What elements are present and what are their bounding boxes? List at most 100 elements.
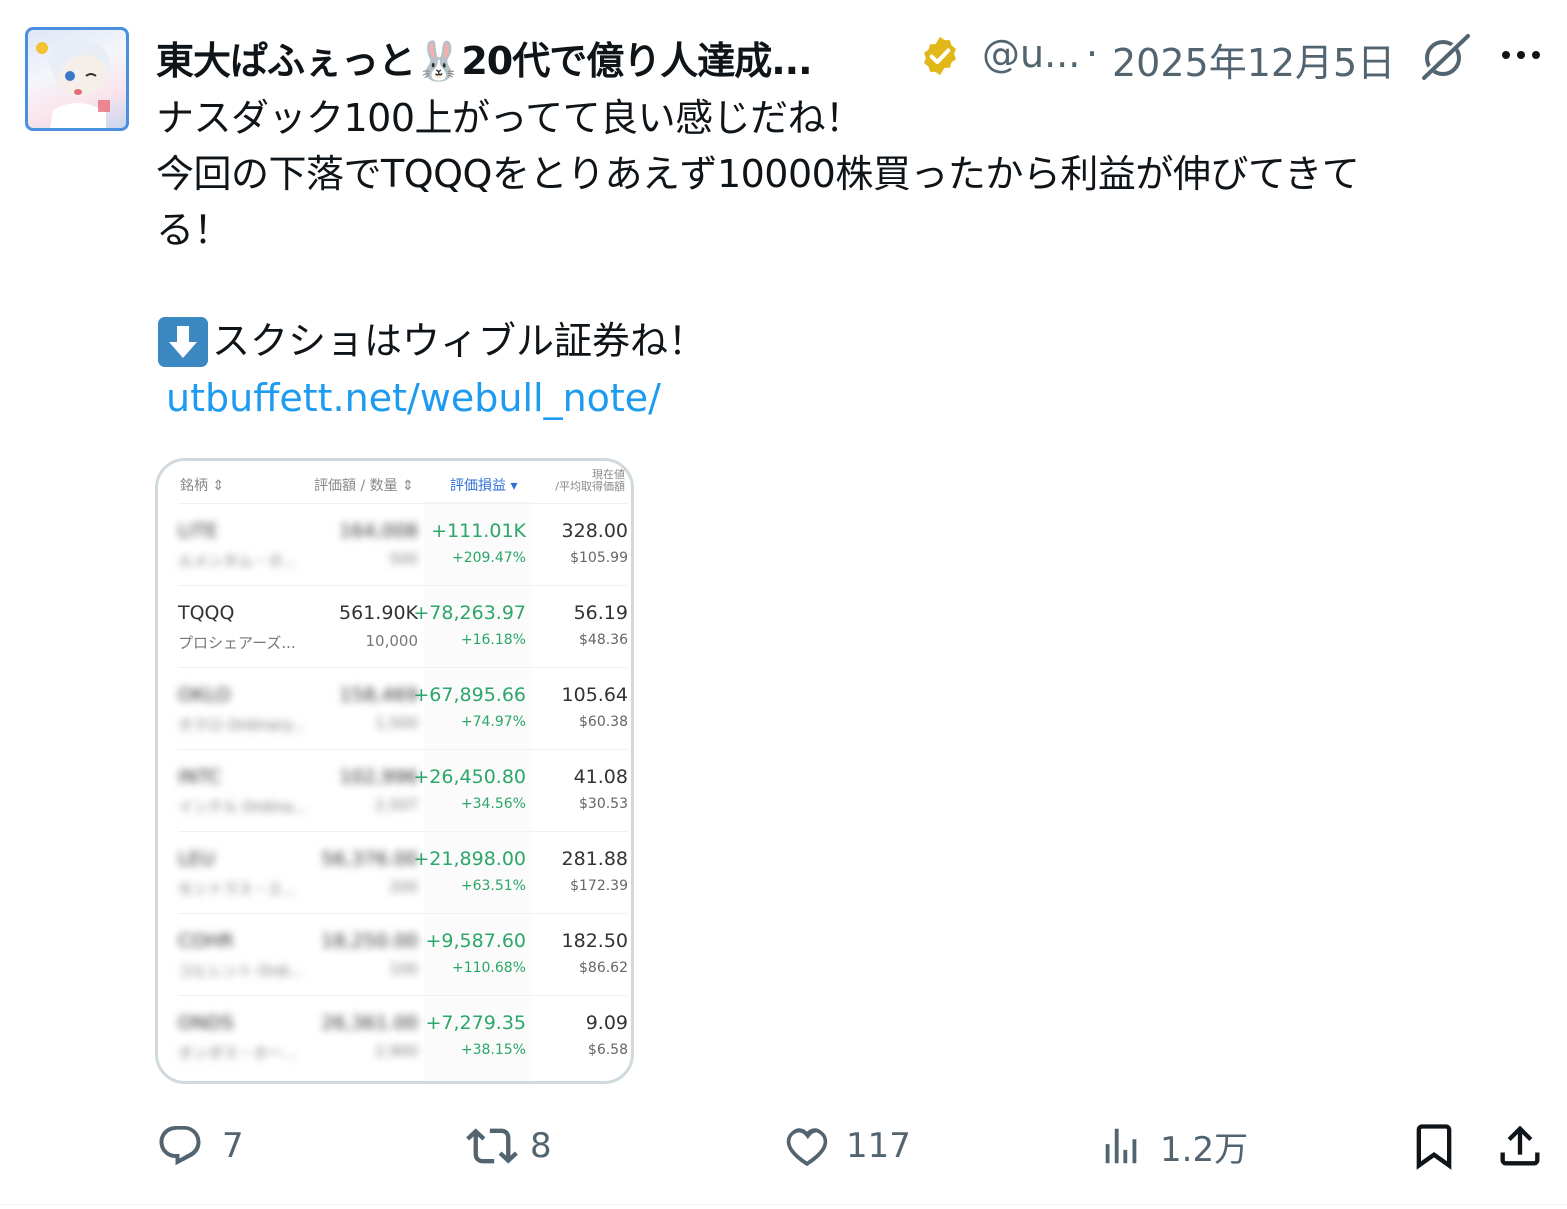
col-header-symbol: 銘柄 ⇕ [180,478,225,494]
row-quantity: 200 [389,878,418,896]
row-symbol: TQQQ [178,602,235,624]
row-symbol: OKLO [178,684,231,706]
row-name: コヒレント Ordi... [178,962,304,980]
table-row[interactable]: COHR コヒレント Ordi... 18,250.00 100 +9,587.… [178,913,628,996]
row-avg-cost: $172.39 [570,878,628,894]
row-symbol: ONDS [178,1012,234,1034]
table-row[interactable]: ONDS オンダス・ホー... 26,361.00 2,900 +7,279.3… [178,995,628,1078]
display-name[interactable]: 東大ぱふぇっと🐰20代で億り人達成... [156,30,813,85]
reply-icon [159,1126,201,1166]
row-avg-cost: $30.53 [579,796,628,812]
bookmark-icon [1416,1124,1452,1170]
action-bar: 7 8 117 1.2万 [0,1118,1567,1178]
row-pl: +111.01K [431,520,526,542]
post-date[interactable]: 2025年12月5日 [1112,32,1395,87]
row-name: オクロ Ordinary... [178,716,305,734]
table-row[interactable]: TQQQ プロシェアーズ... 561.90K 10,000 +78,263.9… [178,585,628,668]
views-icon [1105,1128,1137,1164]
row-quantity: 10,000 [365,632,419,650]
share-button[interactable] [1494,1118,1546,1174]
row-quantity: 2,900 [375,1042,418,1060]
row-pl-percent: +110.68% [451,960,526,976]
row-pl: +67,895.66 [413,684,526,706]
row-market-value: 18,250.00 [321,930,418,952]
reply-button[interactable]: 7 [156,1118,244,1174]
row-symbol: LEU [178,848,215,870]
divider [0,1204,1567,1205]
views-count: 1.2万 [1160,1129,1249,1170]
row-price: 41.08 [573,766,628,788]
avatar[interactable] [25,27,129,131]
row-name: プロシェアーズ... [178,634,296,652]
repost-button[interactable]: 8 [466,1118,552,1174]
row-market-value: 56,376.00 [321,848,418,870]
row-symbol: LITE [178,520,218,542]
like-icon [786,1128,828,1167]
repost-count: 8 [530,1126,552,1166]
more-icon[interactable] [1496,40,1546,70]
post-line-1: ナスダック100上がってて良い感じだね！ [156,96,863,140]
share-icon [1500,1125,1540,1166]
row-pl-percent: +209.47% [451,550,526,566]
post-header: 東大ぱふぇっと🐰20代で億り人達成... @u... · 2025年12月5日 [156,30,1556,85]
row-pl-percent: +38.15% [460,1042,526,1058]
row-name: オンダス・ホー... [178,1044,298,1062]
table-row[interactable]: LEU セントラス・エ... 56,376.00 200 +21,898.00 … [178,831,628,914]
row-pl-percent: +16.18% [460,632,526,648]
table-row[interactable]: LITE ルメンタム・ホ... 164,008 500 +111.01K +20… [178,503,628,586]
row-pl: +26,450.80 [413,766,526,788]
col-header-price: 現在値 /平均取得価額 [555,469,625,493]
verified-badge-icon[interactable] [918,34,962,78]
attached-image-card[interactable]: 銘柄 ⇕ 評価額 / 数量 ⇕ 評価損益 ▾ 現在値 /平均取得価額 LITE … [155,458,634,1084]
post-text: ナスダック100上がってて良い感じだね！ 今回の下落でTQQQをとりあえず100… [156,90,1516,258]
like-button[interactable]: 117 [782,1118,911,1174]
row-name: インテル Ordina... [178,798,308,816]
row-avg-cost: $105.99 [570,550,628,566]
row-symbol: INTC [178,766,222,788]
row-quantity: 100 [389,960,418,978]
avatar-illustration [36,39,111,128]
row-quantity: 500 [389,550,418,568]
row-price: 9.09 [585,1012,628,1034]
row-market-value: 26,361.00 [321,1012,418,1034]
repost-icon [466,1128,518,1164]
row-pl: +9,587.60 [425,930,526,952]
row-price: 328.00 [561,520,628,542]
table-row[interactable]: OKLO オクロ Ordinary... 158,469 1,500 +67,8… [178,667,628,750]
row-pl-percent: +34.56% [460,796,526,812]
row-avg-cost: $86.62 [579,960,628,976]
row-market-value: 561.90K [339,602,418,624]
row-market-value: 164,008 [339,520,418,542]
table-row[interactable]: INTC インテル Ordina... 102,996 2,507 +26,45… [178,749,628,832]
post-link[interactable]: utbuffett.net/webull_note/ [166,370,661,426]
row-avg-cost: $6.58 [587,1042,628,1058]
row-price: 56.19 [573,602,628,624]
row-price: 182.50 [561,930,628,952]
row-pl-percent: +63.51% [460,878,526,894]
col-header-pl: 評価損益 ▾ [450,478,518,494]
row-pl-percent: +74.97% [460,714,526,730]
row-pl: +7,279.35 [425,1012,526,1034]
row-pl: +78,263.97 [413,602,526,624]
row-symbol: COHR [178,930,234,952]
like-count: 117 [846,1126,911,1166]
post-line-2: 今回の下落でTQQQをとりあえず10000株買ったから利益が伸びてきて [156,152,1360,196]
row-avg-cost: $60.38 [579,714,628,730]
post-line-3: る！ [156,208,232,252]
row-avg-cost: $48.36 [579,632,628,648]
bookmark-button[interactable] [1408,1118,1460,1174]
post-line-5: スクショはウィブル証券ね！ [212,319,707,363]
reply-count: 7 [222,1126,244,1166]
row-pl: +21,898.00 [413,848,526,870]
col-header-price-bottom: /平均取得価額 [555,480,625,493]
views-button[interactable]: 1.2万 [1098,1118,1248,1174]
down-arrow-emoji-icon [158,317,208,367]
grok-icon[interactable] [1418,32,1472,82]
row-price: 281.88 [561,848,628,870]
row-name: セントラス・エ... [178,880,298,898]
row-market-value: 158,469 [339,684,418,706]
row-quantity: 2,507 [375,796,418,814]
handle[interactable]: @u... [982,32,1080,76]
row-market-value: 102,996 [339,766,418,788]
separator-dot: · [1086,32,1099,76]
